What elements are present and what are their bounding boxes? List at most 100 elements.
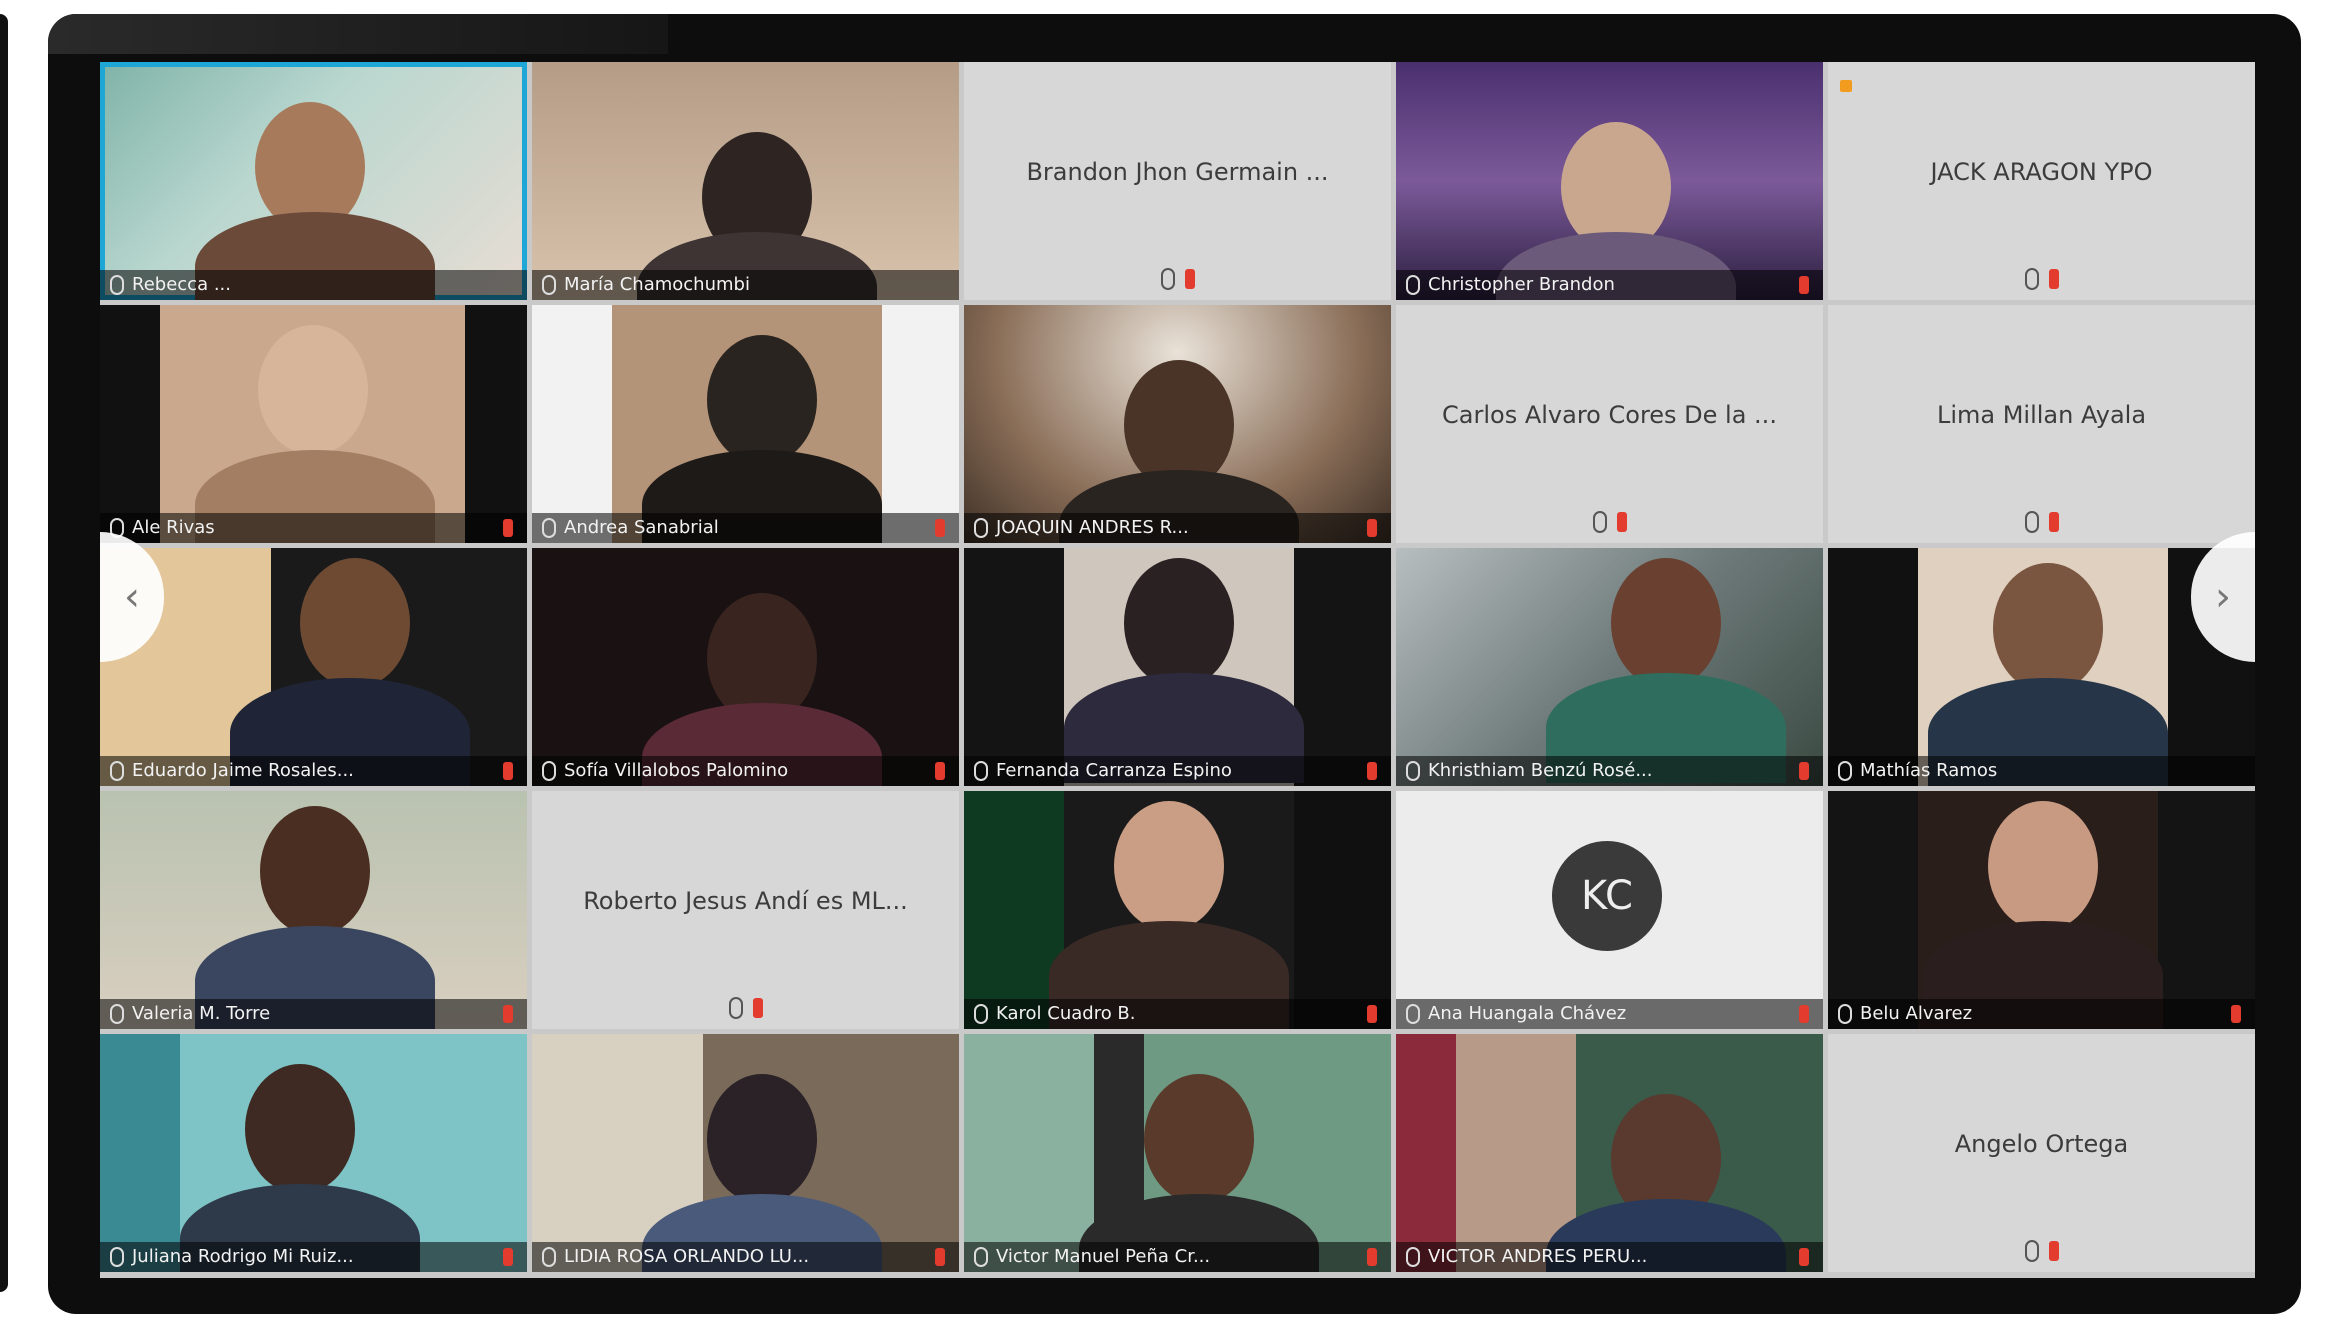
participant-tile-5[interactable]: JACK ARAGON YPO	[1828, 62, 2255, 300]
muted-icon	[1799, 1248, 1809, 1266]
participant-name: JOAQUIN ANDRES R...	[996, 517, 1189, 538]
mic-icon	[974, 1247, 988, 1267]
mic-icon	[1406, 275, 1420, 295]
participant-tile-1[interactable]: Rebecca ...	[100, 62, 527, 300]
participant-tile-6[interactable]: Ale Rivas	[100, 305, 527, 543]
participant-tile-2[interactable]: María Chamochumbi	[532, 62, 959, 300]
muted-icon	[2048, 269, 2059, 289]
participant-tile-17[interactable]: Roberto Jesus Andí es ML...	[532, 791, 959, 1029]
muted-icon	[935, 1248, 945, 1266]
participant-tile-21[interactable]: Juliana Rodrigo Mi Ruiz...	[100, 1034, 527, 1272]
participant-name-bar: Ana Huangala Chávez	[1396, 999, 1823, 1029]
muted-icon	[1184, 269, 1195, 289]
mic-icon	[2024, 511, 2039, 533]
participant-name: Lima Millan Ayala	[1936, 401, 2147, 429]
muted-icon	[1367, 1248, 1377, 1266]
participant-name: María Chamochumbi	[564, 274, 750, 295]
adjacent-monitor-edge	[0, 14, 8, 1292]
participant-name: Khristhiam Benzú Rosé...	[1428, 760, 1653, 781]
participant-tile-15[interactable]: Mathías Ramos	[1828, 548, 2255, 786]
participant-name: Angelo Ortega	[1954, 1130, 2129, 1158]
participant-tile-23[interactable]: Victor Manuel Peña Cr...	[964, 1034, 1391, 1272]
participant-tile-20[interactable]: Belu Alvarez	[1828, 791, 2255, 1029]
muted-icon	[1367, 519, 1377, 537]
participant-tile-16[interactable]: Valeria M. Torre	[100, 791, 527, 1029]
mic-icon	[1406, 1247, 1420, 1267]
participant-name: Christopher Brandon	[1428, 274, 1615, 295]
mic-icon	[1838, 1004, 1852, 1024]
participant-name: Juliana Rodrigo Mi Ruiz...	[132, 1246, 354, 1267]
mic-icon	[110, 1004, 124, 1024]
participant-name-bar: Belu Alvarez	[1828, 999, 2255, 1029]
muted-icon	[935, 519, 945, 537]
participant-name-bar: Juliana Rodrigo Mi Ruiz...	[100, 1242, 527, 1272]
muted-icon	[2048, 512, 2059, 532]
mic-icon	[974, 518, 988, 538]
participant-tile-9[interactable]: Carlos Alvaro Cores De la ...	[1396, 305, 1823, 543]
muted-icon	[935, 762, 945, 780]
participant-tile-8[interactable]: JOAQUIN ANDRES R...	[964, 305, 1391, 543]
participant-tile-19[interactable]: KC Ana Huangala Chávez	[1396, 791, 1823, 1029]
muted-icon	[1799, 276, 1809, 294]
participant-tile-22[interactable]: LIDIA ROSA ORLANDO LU...	[532, 1034, 959, 1272]
participant-tile-25[interactable]: Angelo Ortega	[1828, 1034, 2255, 1272]
muted-icon	[503, 762, 513, 780]
participant-avatar: KC	[1552, 841, 1662, 951]
participant-name: Victor Manuel Peña Cr...	[996, 1246, 1211, 1267]
participant-name: Rebecca ...	[132, 274, 231, 295]
mic-icon	[1406, 1004, 1420, 1024]
mic-icon	[1406, 761, 1420, 781]
participant-name-bar: Karol Cuadro B.	[964, 999, 1391, 1029]
mic-icon	[728, 997, 743, 1019]
participant-tile-14[interactable]: Khristhiam Benzú Rosé...	[1396, 548, 1823, 786]
participant-name: VICTOR ANDRES PERU...	[1428, 1246, 1648, 1267]
participant-name: Valeria M. Torre	[132, 1003, 271, 1024]
participant-name-bar: Ale Rivas	[100, 513, 527, 543]
participant-tile-10[interactable]: Lima Millan Ayala	[1828, 305, 2255, 543]
participant-tile-24[interactable]: VICTOR ANDRES PERU...	[1396, 1034, 1823, 1272]
participant-name-bar: Valeria M. Torre	[100, 999, 527, 1029]
participant-tile-18[interactable]: Karol Cuadro B.	[964, 791, 1391, 1029]
chevron-left-icon: ‹	[124, 574, 140, 620]
mic-icon	[542, 518, 556, 538]
monitor-glare	[48, 14, 668, 54]
participant-tile-12[interactable]: Sofía Villalobos Palomino	[532, 548, 959, 786]
muted-icon	[503, 1005, 513, 1023]
mic-icon	[542, 761, 556, 781]
participant-name: Carlos Alvaro Cores De la ...	[1442, 401, 1777, 429]
recording-indicator-icon	[1840, 80, 1852, 92]
participant-name: JACK ARAGON YPO	[1930, 158, 2153, 186]
participant-name-bar: Mathías Ramos	[1828, 756, 2255, 786]
muted-icon	[1367, 762, 1377, 780]
muted-icon	[1799, 762, 1809, 780]
mic-icon	[542, 1247, 556, 1267]
chevron-right-icon: ›	[2215, 574, 2231, 620]
participant-tile-7[interactable]: Andrea Sanabrial	[532, 305, 959, 543]
participant-tile-13[interactable]: Fernanda Carranza Espino	[964, 548, 1391, 786]
muted-icon	[1799, 1005, 1809, 1023]
participant-tile-3[interactable]: Brandon Jhon Germain ...	[964, 62, 1391, 300]
participant-tile-4[interactable]: Christopher Brandon	[1396, 62, 1823, 300]
muted-icon	[2048, 1241, 2059, 1261]
participant-name: Fernanda Carranza Espino	[996, 760, 1232, 781]
participant-tile-11[interactable]: Eduardo Jaime Rosales...	[100, 548, 527, 786]
mic-icon	[110, 761, 124, 781]
participant-name-bar: Eduardo Jaime Rosales...	[100, 756, 527, 786]
mic-icon	[974, 1004, 988, 1024]
participant-name-bar: VICTOR ANDRES PERU...	[1396, 1242, 1823, 1272]
mic-icon	[1592, 511, 1607, 533]
muted-icon	[1367, 1005, 1377, 1023]
participant-name-bar: Rebecca ...	[100, 270, 527, 300]
participant-name: Eduardo Jaime Rosales...	[132, 760, 354, 781]
participant-name-bar: Christopher Brandon	[1396, 270, 1823, 300]
participant-name: Sofía Villalobos Palomino	[564, 760, 789, 781]
muted-icon	[1616, 512, 1627, 532]
participant-name: Ana Huangala Chávez	[1428, 1003, 1627, 1024]
participant-name: Brandon Jhon Germain ...	[1026, 158, 1329, 186]
participant-name-bar: Andrea Sanabrial	[532, 513, 959, 543]
participant-name: Mathías Ramos	[1860, 760, 1998, 781]
participant-name: Ale Rivas	[132, 517, 215, 538]
muted-icon	[503, 519, 513, 537]
participant-name: Belu Alvarez	[1860, 1003, 1973, 1024]
mic-icon	[542, 275, 556, 295]
